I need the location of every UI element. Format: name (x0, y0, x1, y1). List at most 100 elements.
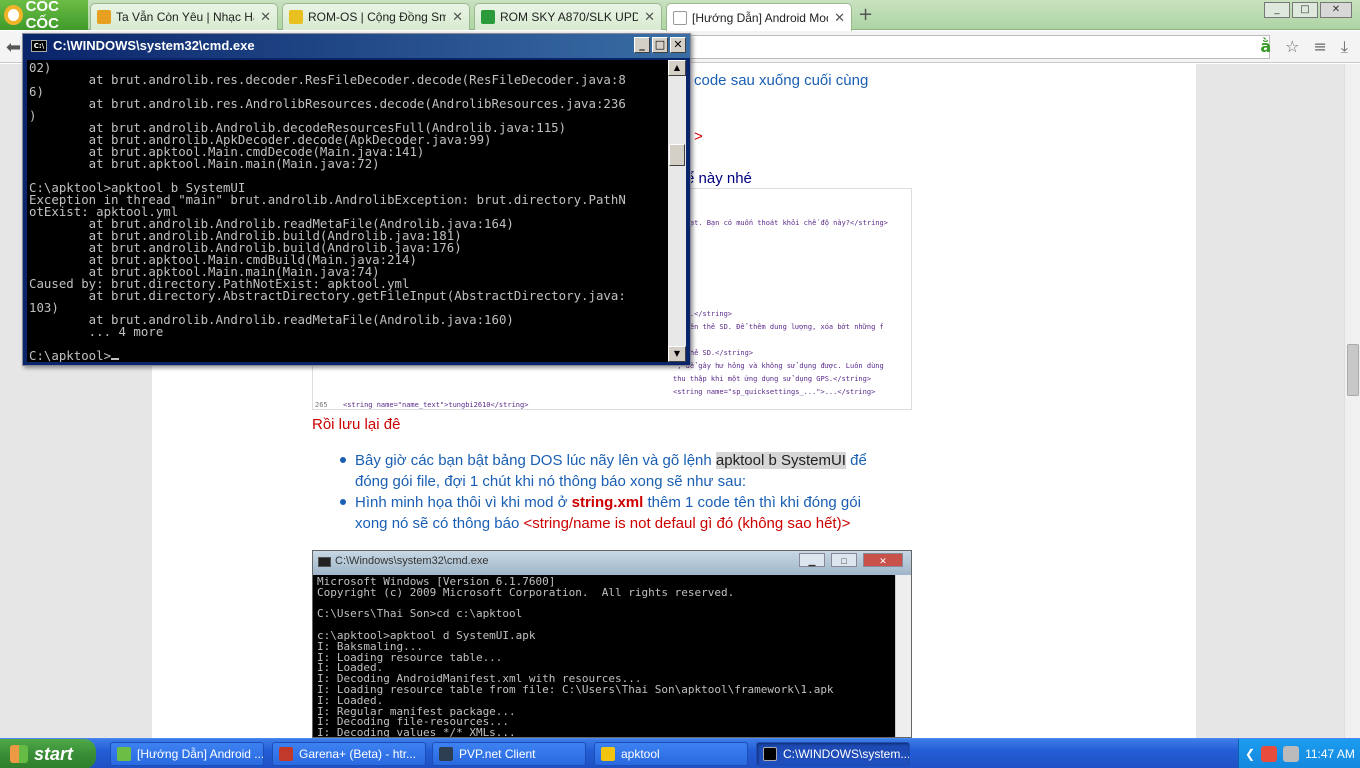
error-note: <string/name is not defaul gì đó (không … (523, 515, 851, 532)
window-buttons: ▁ □ ✕ (799, 553, 903, 567)
bullet1-line1: Bây giờ các bạn bật bảng DOS lúc nãy lên… (355, 452, 867, 469)
scroll-up-icon[interactable]: ▲ (668, 60, 686, 76)
cmd-scrollbar[interactable]: ▲ ▼ (668, 60, 686, 362)
tab-title: Ta Vẫn Còn Yêu | Nhạc Hay (116, 10, 255, 24)
close-icon[interactable]: ✕ (452, 9, 463, 25)
close-icon[interactable]: ✕ (644, 9, 655, 25)
page-scrollbar-thumb[interactable] (1347, 344, 1359, 396)
tab-title: [Hướng Dẫn] Android Mod tết (692, 10, 828, 25)
tray-arrow-icon[interactable]: ❮ (1245, 747, 1255, 761)
cmd-screenshot-titlebar: C:\Windows\system32\cmd.exe ▁ □ ✕ (313, 551, 911, 575)
bullet1-line2: đóng gói file, đợi 1 chút khi nó thông b… (355, 473, 746, 490)
taskbar-item-garena[interactable]: Garena+ (Beta) - htr... (272, 742, 426, 766)
maximize-icon: □ (831, 553, 857, 567)
bullet (340, 457, 346, 463)
bullet (340, 499, 346, 505)
cmd-output-text: 02) at brut.androlib.res.decoder.ResFile… (29, 60, 626, 362)
tab-rom-sky[interactable]: ROM SKY A870/SLK UPDATE ✕ (474, 3, 662, 30)
cmd-icon (763, 747, 777, 761)
start-button[interactable]: start (0, 739, 96, 768)
cmd-icon (318, 557, 331, 567)
bullet2-line1: Hình minh họa thôi vì khi mod ở string.x… (355, 494, 861, 511)
clock[interactable]: 11:47 AM (1305, 747, 1355, 761)
windows-logo-icon (10, 745, 28, 763)
xml-line-number: 265 (315, 401, 328, 409)
coccoc-extension-icon[interactable]: ằ (1260, 37, 1271, 57)
article-line: > (694, 128, 703, 145)
taskbar-item-label: [Hướng Dẫn] Android ... (137, 747, 264, 761)
xml-line-text: <string name="name_text">tungbi2610</str… (343, 401, 529, 409)
cmd-console[interactable]: 02) at brut.androlib.res.decoder.ResFile… (27, 60, 668, 362)
bullet1-text: để (845, 452, 867, 469)
volume-icon[interactable] (1283, 746, 1300, 762)
article-line: ể này nhé (686, 170, 752, 187)
save-instruction: Rồi lưu lại đê (312, 416, 401, 433)
garena-icon (279, 747, 293, 761)
folder-icon (601, 747, 615, 761)
tab-rom-os[interactable]: ROM-OS | Cộng Đồng Smartphone ✕ (282, 3, 470, 30)
taskbar-item-pvp[interactable]: PVP.net Client (432, 742, 586, 766)
taskbar-item-apktool[interactable]: apktool (594, 742, 748, 766)
article-line: code sau xuống cuối cùng (694, 72, 869, 89)
bullet2-text: thêm 1 code tên thì khi đóng gói (643, 494, 861, 511)
cmd-window[interactable]: C:\ C:\WINDOWS\system32\cmd.exe _ □ ✕ 02… (22, 33, 691, 366)
new-tab-button[interactable]: + (858, 4, 873, 25)
coccoc-icon (117, 747, 131, 761)
cmd-screenshot-output: Microsoft Windows [Version 6.1.7600] Cop… (317, 575, 834, 738)
taskbar-item-label: Garena+ (Beta) - htr... (299, 747, 417, 761)
back-arrow-icon[interactable]: ⬅ (6, 37, 21, 58)
music-note-icon (97, 10, 111, 24)
xml-line-text: <string name="sp_quicksettings_...">...<… (673, 388, 876, 396)
shield-icon (289, 10, 303, 24)
taskbar-item-cmd[interactable]: C:\WINDOWS\system... (756, 742, 910, 766)
taskbar-item-coccoc[interactable]: [Hướng Dẫn] Android ... (110, 742, 264, 766)
close-window-button[interactable]: ✕ (1320, 2, 1352, 18)
page-icon (673, 10, 687, 25)
minimize-button[interactable]: _ (1264, 2, 1290, 18)
minimize-button[interactable]: _ (634, 37, 650, 53)
maximize-button[interactable]: □ (652, 37, 668, 53)
bullet2-text: Hình minh họa thôi vì khi mod ở (355, 494, 572, 511)
cmd-output: 02) at brut.androlib.res.decoder.ResFile… (29, 60, 626, 362)
download-icon[interactable]: ⤓ (1341, 37, 1348, 57)
browser-tab-bar: CỐC CỐC Ta Vẫn Còn Yêu | Nhạc Hay ✕ ROM-… (0, 0, 1360, 32)
menu-icon[interactable]: ≡ (1314, 37, 1327, 57)
bullet2-text: xong nó sẽ có thông báo (355, 515, 524, 532)
taskbar-item-label: PVP.net Client (459, 747, 536, 761)
xml-line-text: ', để gây hư hỏng và không sử dụng được.… (673, 362, 884, 370)
xml-line-text: n hoạt. Bạn có muốn thoát khỏi chế độ nà… (673, 219, 888, 227)
tab-title: ROM SKY A870/SLK UPDATE (500, 10, 639, 24)
apktool-command: apktool b SystemUI (715, 452, 846, 469)
page-scrollbar[interactable] (1344, 64, 1360, 738)
coccoc-logo-icon (4, 5, 23, 25)
brand-label: CỐC CỐC (25, 0, 59, 32)
toolbar-icons: ằ ☆ ≡ ⤓ (1260, 37, 1348, 57)
cmd-window-buttons: _ □ ✕ (634, 37, 686, 53)
coccoc-logo[interactable]: CỐC CỐC (0, 0, 88, 32)
cmd-screenshot-title: C:\Windows\system32\cmd.exe (335, 555, 489, 567)
tab-title: ROM-OS | Cộng Đồng Smartphone (308, 10, 446, 24)
maximize-button[interactable]: □ (1292, 2, 1318, 18)
cmd-screenshot-image: C:\Windows\system32\cmd.exe ▁ □ ✕ Micros… (312, 550, 912, 738)
pvp-icon (439, 747, 453, 761)
scrollbar-thumb[interactable] (669, 144, 685, 166)
close-button[interactable]: ✕ (670, 37, 686, 53)
cmd-title: C:\WINDOWS\system32\cmd.exe (53, 38, 255, 53)
text-cursor (111, 358, 120, 360)
tab-music[interactable]: Ta Vẫn Còn Yêu | Nhạc Hay ✕ (90, 3, 278, 30)
xml-line-text: thu thập khi một ứng dụng sử dụng GPS.</… (673, 375, 872, 383)
string-xml-filename: string.xml (571, 494, 644, 511)
cmd-titlebar[interactable]: C:\ C:\WINDOWS\system32\cmd.exe _ □ ✕ (23, 34, 690, 58)
star-bookmark-icon[interactable]: ☆ (1285, 37, 1299, 57)
close-icon[interactable]: ✕ (834, 10, 845, 26)
close-icon[interactable]: ✕ (260, 9, 271, 25)
close-icon: ✕ (863, 553, 903, 567)
taskbar-item-label: apktool (621, 747, 660, 761)
url-input[interactable] (690, 35, 1270, 59)
scroll-down-icon[interactable]: ▼ (668, 346, 686, 362)
start-label: start (34, 743, 74, 764)
antivirus-icon[interactable] (1261, 746, 1278, 762)
tab-huong-dan[interactable]: [Hướng Dẫn] Android Mod tết ✕ (666, 3, 852, 31)
bullet2-line2: xong nó sẽ có thông báo <string/name is … (355, 515, 850, 532)
xml-line-text: g trên thẻ SD. Để thêm dung lượng, xóa b… (673, 323, 884, 331)
